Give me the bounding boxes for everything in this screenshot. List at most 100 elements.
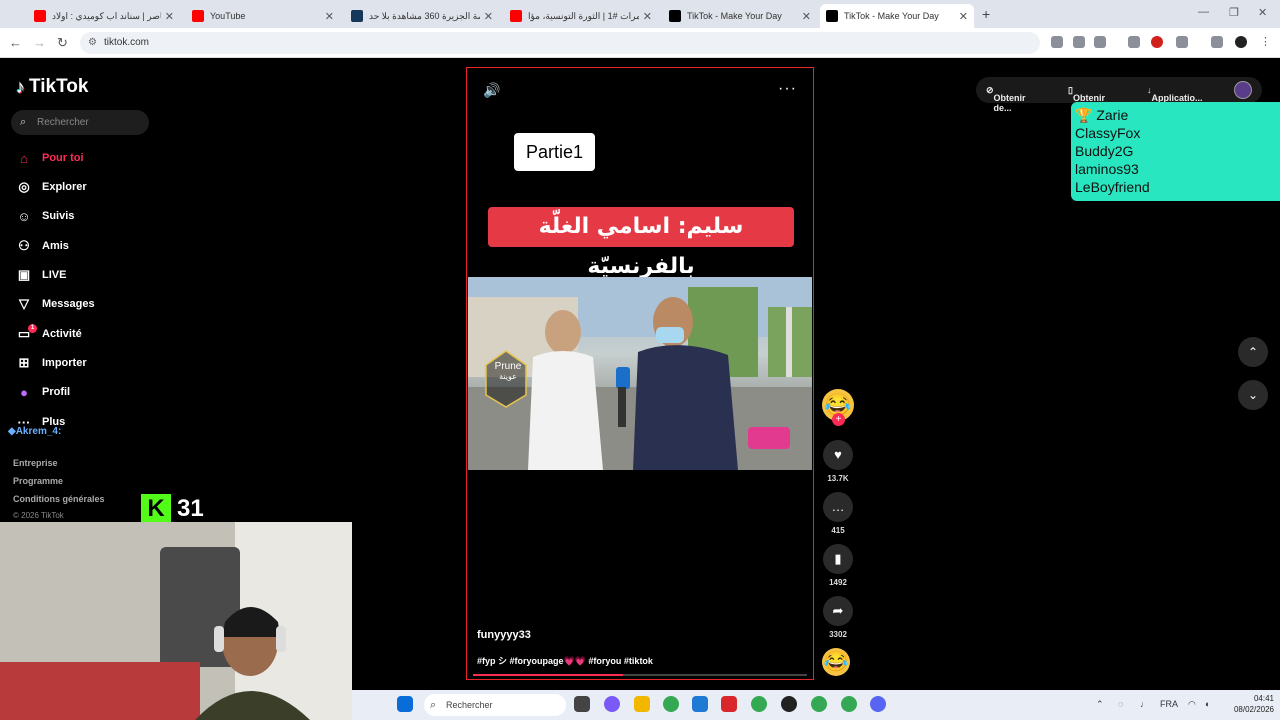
save-button[interactable]: ▮ 1492 xyxy=(822,544,854,587)
browser-tab-1[interactable]: مينا ناصر | سناند اب كوميدي : اولاد ✕ xyxy=(28,4,180,28)
next-video-button[interactable]: ⌄ xyxy=(1238,380,1268,410)
file-explorer-icon[interactable] xyxy=(634,696,650,712)
sidebar-item-amis[interactable]: ⚇ Amis xyxy=(14,235,154,257)
reload-icon[interactable]: ↻ xyxy=(57,35,68,51)
header-actions: ⊘ Obtenir de... ▯ Obtenir l'a... ↓ Appli… xyxy=(976,77,1262,113)
new-tab-button[interactable]: + xyxy=(982,6,990,22)
sidebar-item-suivis[interactable]: ☺ Suivis xyxy=(14,205,154,227)
sidebar-item-activite[interactable]: ▭ 1 Activité xyxy=(14,323,154,345)
video-frame-image: Prune عوينة xyxy=(468,277,812,470)
close-icon[interactable]: ✕ xyxy=(325,10,334,23)
sidebar-item-profil[interactable]: ● Profil xyxy=(14,381,154,403)
obs-icon[interactable] xyxy=(781,696,797,712)
puzzle-icon[interactable] xyxy=(1176,36,1188,48)
user-check-icon: ☺ xyxy=(17,208,31,224)
activity-badge: 1 xyxy=(28,324,37,333)
watermark-subtext: عوينة xyxy=(499,372,517,381)
browser-tab-5[interactable]: TikTok - Make Your Day ✕ xyxy=(663,4,817,28)
video-progress-bar[interactable] xyxy=(473,674,807,676)
copilot-icon[interactable] xyxy=(604,696,620,712)
footer-link-conditions[interactable]: Conditions générales xyxy=(13,494,105,504)
task-view-icon[interactable] xyxy=(574,696,590,712)
video-player[interactable]: 🔊 ··· Partie1 سليم: اسامي الغلّة بالفرنس… xyxy=(466,67,814,680)
follow-plus-icon[interactable]: + xyxy=(832,413,845,426)
previous-video-button[interactable]: ⌃ xyxy=(1238,337,1268,367)
leaderboard-entry: LeBoyfriend xyxy=(1075,179,1150,195)
chrome-icon[interactable] xyxy=(751,696,767,712)
chrome-icon[interactable] xyxy=(811,696,827,712)
window-close-icon[interactable]: ✕ xyxy=(1258,6,1267,19)
search-input[interactable]: ⌕ Rechercher xyxy=(11,110,149,135)
cast-icon[interactable] xyxy=(1073,36,1085,48)
video-author-handle[interactable]: funyyyy33 xyxy=(477,629,531,641)
music-disc[interactable]: 😂 xyxy=(822,648,854,676)
opera-icon[interactable] xyxy=(1151,36,1163,48)
tiktok-logo[interactable]: ♪ TikTok xyxy=(16,76,88,98)
forward-icon[interactable]: → xyxy=(33,35,46,50)
sidebar-item-pour-toi[interactable]: ⌂ Pour toi xyxy=(14,147,154,169)
extension-icon[interactable] xyxy=(1128,36,1140,48)
video-hashtags[interactable]: #fyp シ #foryoupage💗💗 #foryou #tiktok xyxy=(477,654,653,667)
sidebar-item-explorer[interactable]: ◎ Explorer xyxy=(14,176,154,198)
browser-tab-active[interactable]: TikTok - Make Your Day ✕ xyxy=(820,4,974,28)
site-info-icon[interactable]: ⚙ xyxy=(88,32,97,54)
chrome-active-icon[interactable] xyxy=(841,696,857,712)
taskbar-clock[interactable]: 04:41 08/02/2026 xyxy=(1226,693,1274,715)
tab-label: TikTok - Make Your Day xyxy=(687,11,782,21)
browser-tab-3[interactable]: منصة الجزيرة 360 مشاهدة بلا حد ✕ xyxy=(345,4,499,28)
tab-label: TikTok - Make Your Day xyxy=(844,11,939,21)
menu-icon[interactable]: ⋮ xyxy=(1260,36,1272,48)
close-icon[interactable]: ✕ xyxy=(959,10,968,23)
network-icon[interactable]: ◌ xyxy=(1118,699,1123,709)
sidebar-item-messages[interactable]: ▽ Messages xyxy=(14,293,154,315)
back-icon[interactable]: ← xyxy=(9,35,22,50)
footer-link-entreprise[interactable]: Entreprise xyxy=(13,458,58,468)
get-coins-link[interactable]: ⊘ Obtenir de... xyxy=(986,85,1026,113)
profile-icon[interactable] xyxy=(1235,36,1247,48)
logo-text: TikTok xyxy=(29,76,89,97)
compass-icon: ◎ xyxy=(18,179,30,194)
wps-icon[interactable] xyxy=(721,696,737,712)
url-field[interactable]: ⚙ tiktok.com xyxy=(80,32,1040,54)
footer-link-programme[interactable]: Programme xyxy=(13,476,63,486)
speaker-icon[interactable]: ◖ xyxy=(1204,699,1209,709)
mic-icon[interactable]: ♩ xyxy=(1140,699,1149,709)
minimize-icon[interactable]: — xyxy=(1198,6,1209,18)
like-button[interactable]: ♥ 13.7K xyxy=(822,440,854,483)
close-icon[interactable]: ✕ xyxy=(484,10,493,23)
creator-avatar[interactable]: 😂 + xyxy=(822,389,854,426)
browser-tab-2[interactable]: YouTube ✕ xyxy=(186,4,340,28)
close-icon[interactable]: ✕ xyxy=(643,10,652,23)
share-button[interactable]: ➦ 3302 xyxy=(822,596,854,639)
taskbar-search-input[interactable]: ⌕ Rechercher xyxy=(424,694,566,716)
windows-start-icon[interactable] xyxy=(397,696,413,712)
comment-button[interactable]: … 415 xyxy=(822,492,854,535)
sidebar-item-importer[interactable]: ⊞ Importer xyxy=(14,352,154,374)
close-icon[interactable]: ✕ xyxy=(802,10,811,23)
get-app-link[interactable]: ▯ Obtenir l'a... xyxy=(1068,85,1105,113)
sidebar-item-label: Importer xyxy=(42,357,87,369)
bookmark-star-icon[interactable] xyxy=(1094,36,1106,48)
stream-leaderboard-overlay: 🏆 Zarie ClassyFox Buddy2G laminos93 LeBo… xyxy=(1071,102,1280,201)
translate-icon[interactable] xyxy=(1051,36,1063,48)
outlook-icon[interactable] xyxy=(692,696,708,712)
youtube-icon xyxy=(510,10,522,22)
tray-chevron-icon[interactable]: ⌃ xyxy=(1096,699,1104,710)
language-indicator[interactable]: FRA xyxy=(1160,699,1178,709)
wifi-icon[interactable]: ◠ xyxy=(1188,699,1196,710)
user-avatar[interactable] xyxy=(1234,81,1252,99)
desktop-app-link[interactable]: ↓ Applicatio... xyxy=(1147,85,1203,103)
chrome-icon[interactable] xyxy=(663,696,679,712)
close-icon[interactable]: ✕ xyxy=(165,10,174,23)
youtube-icon xyxy=(34,10,46,22)
browser-tab-4[interactable]: مؤامرات #1 | الثورة التونسية، مؤا ✕ xyxy=(504,4,658,28)
chevron-up-icon: ⌃ xyxy=(1247,345,1259,359)
sidebar-item-live[interactable]: ▣ LIVE xyxy=(14,264,154,286)
tab-search-icon[interactable] xyxy=(1211,36,1223,48)
more-options-icon[interactable]: ··· xyxy=(778,80,797,98)
discord-icon[interactable] xyxy=(870,696,886,712)
tiktok-note-icon: ♪ xyxy=(16,76,25,97)
chevron-down-icon: ⌄ xyxy=(1247,388,1259,402)
maximize-icon[interactable]: ❐ xyxy=(1229,6,1239,19)
volume-icon[interactable]: 🔊 xyxy=(483,82,500,99)
